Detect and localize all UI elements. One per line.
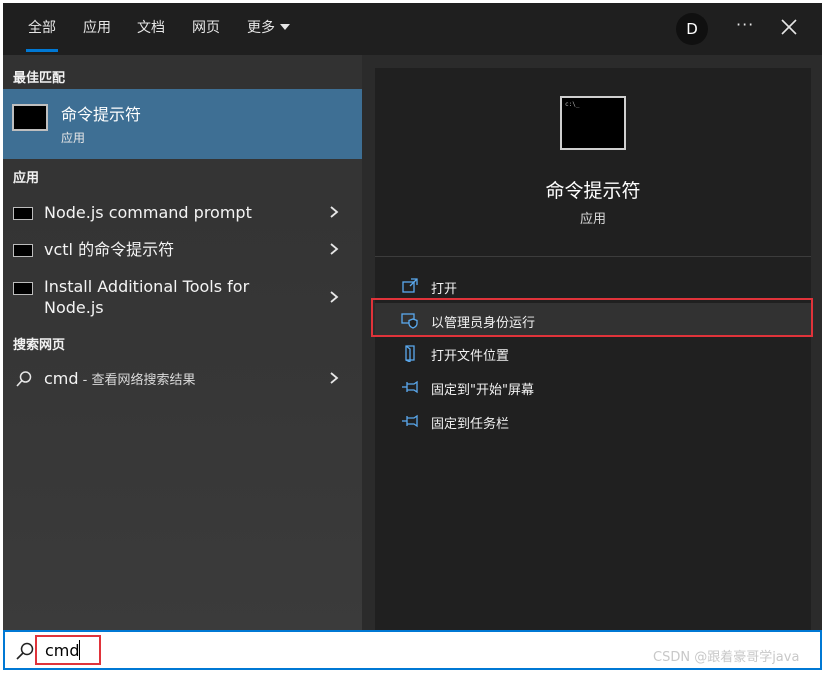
watermark: CSDN @跟着豪哥学java [653,650,800,665]
web-search-suffix: - 查看网络搜索结果 [78,373,196,388]
folder-icon [405,345,415,362]
search-box[interactable]: cmd CSDN @跟着豪哥学java [3,630,822,670]
cmd-app-icon-large: c:\_ [560,96,626,150]
account-avatar[interactable]: D [676,13,708,45]
cmd-app-icon [12,104,48,131]
action-label: 固定到任务栏 [431,417,510,432]
app-item-nodejs-prompt[interactable]: Node.js command prompt [3,199,362,235]
app-item-install-tools[interactable]: Install Additional Tools for Node.js [3,275,362,327]
preview-subtitle: 应用 [579,212,606,227]
shield-icon [401,313,418,329]
tab-more[interactable]: 更多 [247,17,290,39]
action-open-file-location[interactable]: 打开文件位置 [375,336,811,370]
app-item-vctl-prompt[interactable]: vctl 的命令提示符 [3,236,362,272]
app-item-label: vctl 的命令提示符 [44,240,175,259]
search-icon [16,642,34,660]
section-apps: 应用 [13,171,40,186]
web-search-item[interactable]: cmd - 查看网络搜索结果 [3,366,362,396]
preview-pane: c:\_ 命令提示符 应用 打开 以管理员身份运行 打开文件位置 固定到"开始"… [375,68,811,630]
tab-apps[interactable]: 应用 [83,17,111,39]
results-list: 最佳匹配 命令提示符 应用 应用 Node.js command prompt … [3,55,362,630]
pin-icon [402,380,418,394]
tab-more-label: 更多 [247,20,275,36]
console-app-icon [13,282,33,295]
action-label: 打开 [431,282,458,297]
text-cursor [79,640,80,660]
more-options-button[interactable]: ··· [736,15,754,34]
web-search-label: cmd - 查看网络搜索结果 [44,368,304,391]
app-item-label: Node.js command prompt [44,203,252,222]
open-icon [402,278,418,293]
action-label: 固定到"开始"屏幕 [431,383,534,398]
divider [375,256,811,257]
section-web: 搜索网页 [13,338,66,353]
search-tab-bar: 全部 应用 文档 网页 更多 D ··· [3,3,822,55]
preview-icon-text: c:\_ [565,101,580,108]
preview-title: 命令提示符 [545,180,641,202]
action-pin-to-taskbar[interactable]: 固定到任务栏 [375,404,811,438]
caret-down-icon [280,24,290,30]
chevron-right-icon[interactable] [327,290,341,304]
section-best-match: 最佳匹配 [13,71,66,86]
chevron-right-icon[interactable] [327,242,341,256]
action-run-as-admin[interactable]: 以管理员身份运行 [375,303,811,337]
search-window: 全部 应用 文档 网页 更多 D ··· 最佳匹配 命令提示符 应用 应用 No… [3,3,822,670]
search-input[interactable]: cmd [45,641,80,660]
close-icon[interactable] [777,13,801,41]
best-match-subtitle: 应用 [61,131,86,145]
chevron-right-icon[interactable] [327,371,341,385]
console-app-icon [13,207,33,220]
app-item-label: Install Additional Tools for Node.js [44,277,250,317]
console-app-icon [13,244,33,257]
action-open[interactable]: 打开 [375,269,811,303]
web-search-query: cmd [44,369,79,388]
best-match-item[interactable]: 命令提示符 应用 [3,89,362,159]
pin-icon [402,414,418,428]
best-match-title: 命令提示符 [61,105,142,124]
action-pin-to-start[interactable]: 固定到"开始"屏幕 [375,370,811,404]
action-label: 打开文件位置 [431,349,510,364]
tab-all[interactable]: 全部 [26,17,58,52]
tab-web[interactable]: 网页 [192,17,220,39]
chevron-right-icon[interactable] [327,205,341,219]
action-label: 以管理员身份运行 [431,316,536,331]
search-icon [16,371,32,387]
tab-documents[interactable]: 文档 [137,17,165,39]
